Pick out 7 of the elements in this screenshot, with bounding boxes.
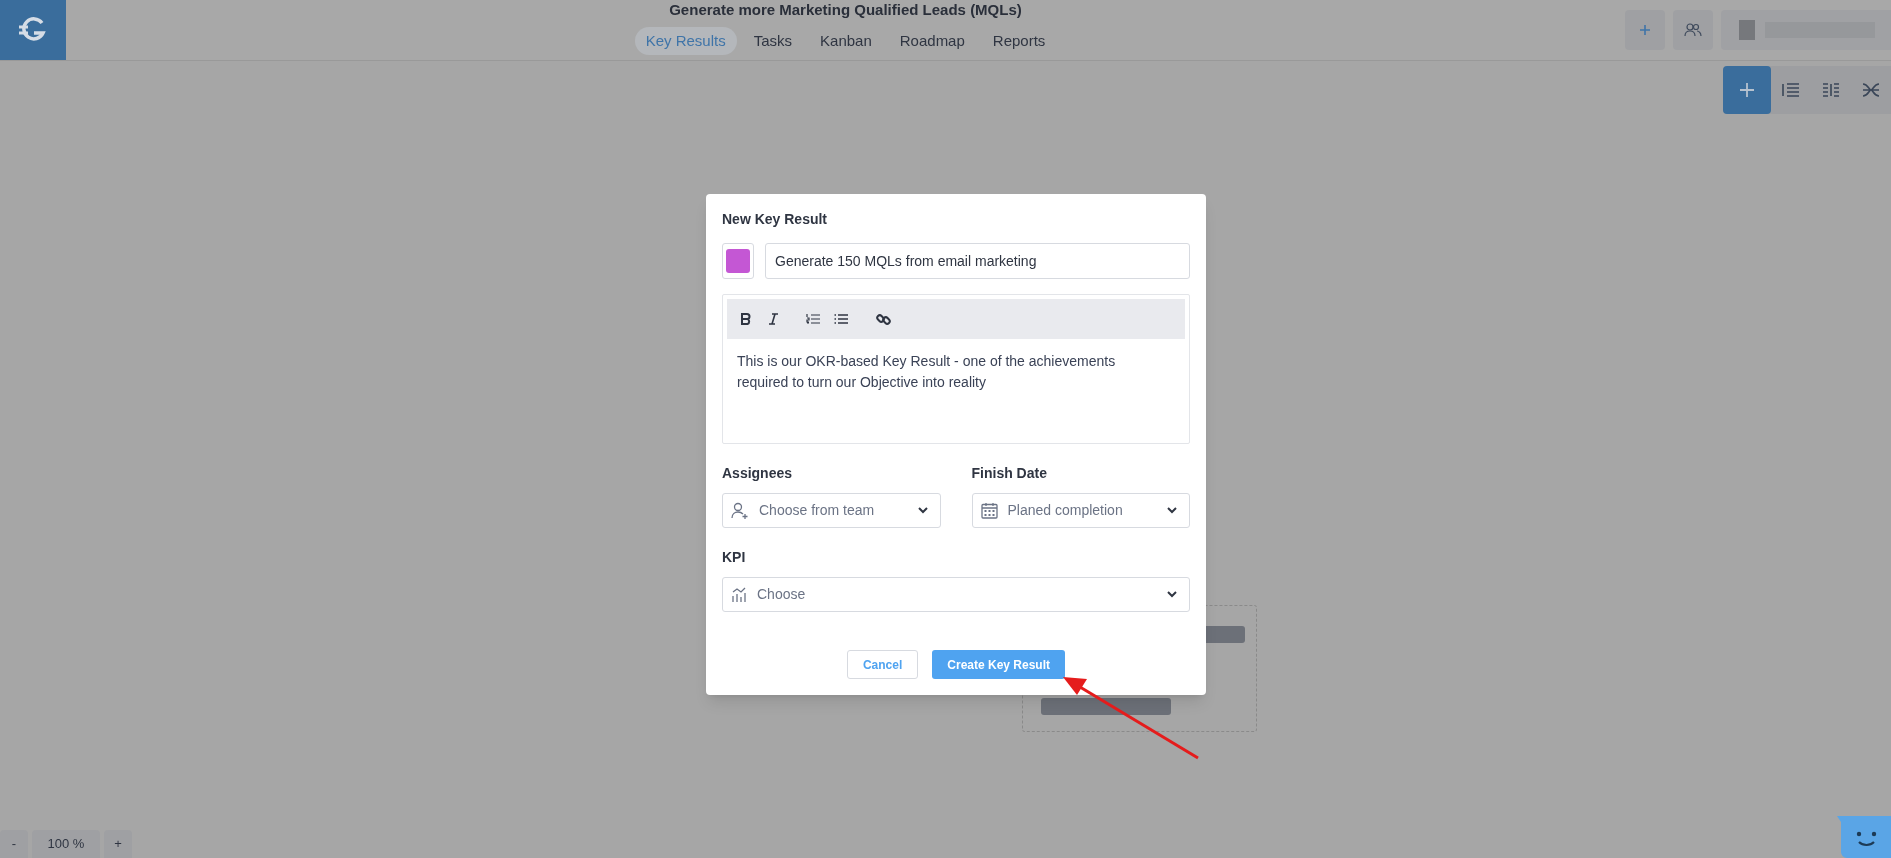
description-text: This is our OKR-based Key Result - one of the achievements required to turn our Objective into reality [736, 352, 1117, 392]
field-label: Finish Date [971, 464, 1048, 482]
dialog-title: New Key Result [722, 210, 829, 228]
field-label: KPI [722, 548, 747, 566]
field-label: Assignees [722, 464, 794, 482]
zoom-level: 100 % [32, 830, 100, 858]
page-title: Generate more Marketing Qualified Leads (MQLs) [669, 1, 1022, 19]
